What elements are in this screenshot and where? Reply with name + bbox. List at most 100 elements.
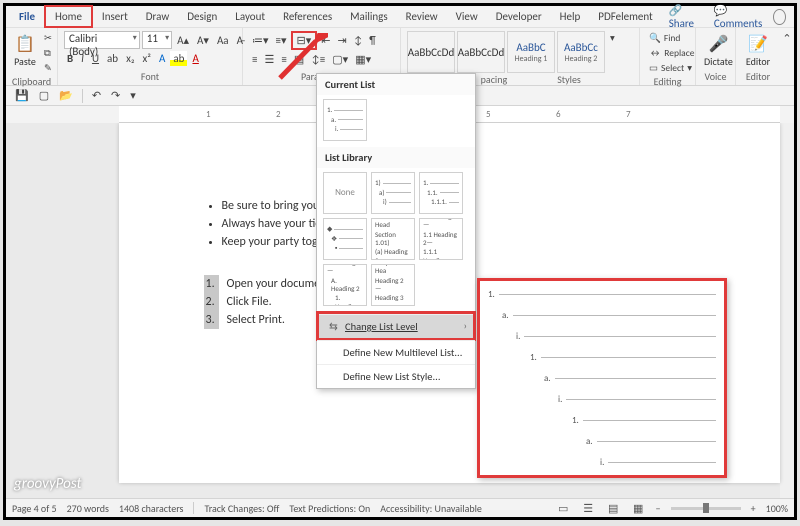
style-normal[interactable]: AaBbCcDd bbox=[407, 31, 455, 73]
zoom-in-icon[interactable]: + bbox=[751, 502, 756, 515]
level-option[interactable]: 1. bbox=[488, 412, 716, 428]
select-button[interactable]: ▭ Select▾ bbox=[646, 61, 697, 75]
shrink-font-icon[interactable]: A▾ bbox=[194, 31, 212, 49]
dictate-button[interactable]: 🎤Dictate bbox=[702, 31, 735, 70]
menu-help[interactable]: Help bbox=[551, 7, 590, 26]
level-option[interactable]: i. bbox=[488, 328, 716, 344]
level-option[interactable]: 1. bbox=[488, 286, 716, 302]
zoom-level[interactable]: 100% bbox=[766, 502, 788, 515]
web-layout-icon[interactable]: ▦ bbox=[631, 501, 646, 515]
change-list-level-item[interactable]: ⇆Change List Level bbox=[319, 314, 473, 338]
spacing-label: pacing bbox=[481, 73, 508, 86]
read-mode-icon[interactable]: ☰ bbox=[581, 501, 596, 515]
menu-bar: File Home Insert Draw Design Layout Refe… bbox=[6, 6, 794, 28]
new-icon[interactable]: ▢ bbox=[36, 88, 52, 103]
word-count[interactable]: 270 words bbox=[67, 502, 109, 515]
align-left-icon[interactable]: ≡ bbox=[249, 52, 260, 67]
list-option[interactable]: Chapter 1 HeaHeading 2—Heading 3— bbox=[371, 264, 415, 306]
replace-button[interactable]: ↔ Replace bbox=[646, 46, 697, 60]
style-heading2[interactable]: AaBbCcHeading 2 bbox=[557, 31, 605, 73]
list-option[interactable]: Article I. HeadSection 1.01)(a) Heading … bbox=[371, 218, 415, 260]
focus-mode-icon[interactable]: ▭ bbox=[556, 501, 571, 515]
list-option-none[interactable]: None bbox=[323, 172, 367, 214]
styles-expand-icon[interactable]: ▾ bbox=[607, 31, 618, 45]
menu-file[interactable]: File bbox=[10, 7, 44, 26]
font-color-icon[interactable]: A bbox=[189, 51, 201, 66]
menu-design[interactable]: Design bbox=[178, 7, 226, 26]
menu-mailings[interactable]: Mailings bbox=[341, 7, 397, 26]
menu-view[interactable]: View bbox=[447, 7, 487, 26]
current-list-option[interactable]: 1.a.i. bbox=[323, 99, 367, 141]
list-option[interactable]: I. Heading 1—A. Heading 21. Heading bbox=[323, 264, 367, 306]
show-marks-icon[interactable]: ¶ bbox=[366, 31, 378, 50]
highlight-icon[interactable]: ab bbox=[170, 51, 187, 66]
redo-icon[interactable]: ↷ bbox=[108, 88, 123, 103]
qat-dropdown-icon[interactable]: ▾ bbox=[127, 88, 139, 103]
paste-button[interactable]: 📋Paste bbox=[12, 31, 38, 70]
level-option[interactable]: i. bbox=[488, 454, 716, 470]
open-icon[interactable]: 📂 bbox=[56, 88, 76, 103]
menu-insert[interactable]: Insert bbox=[93, 7, 137, 26]
superscript-icon[interactable]: x² bbox=[140, 51, 154, 66]
menu-references[interactable]: References bbox=[274, 7, 341, 26]
grow-font-icon[interactable]: A▴ bbox=[174, 31, 192, 49]
status-bar: Page 4 of 5 270 words 1408 characters Tr… bbox=[6, 498, 794, 517]
subscript-icon[interactable]: x₂ bbox=[123, 51, 137, 66]
menu-review[interactable]: Review bbox=[397, 7, 447, 26]
level-option[interactable]: a. bbox=[488, 433, 716, 449]
format-painter-icon[interactable]: ✎ bbox=[41, 61, 55, 75]
find-button[interactable]: 🔍 Find bbox=[646, 31, 697, 45]
zoom-slider[interactable] bbox=[671, 507, 741, 510]
define-list-style-item[interactable]: Define New List Style... bbox=[317, 364, 475, 388]
level-option[interactable]: a. bbox=[488, 370, 716, 386]
level-option[interactable]: a. bbox=[488, 307, 716, 323]
account-avatar[interactable] bbox=[773, 9, 786, 25]
list-option[interactable]: 1 Heading 1—1.1 Heading 2—1.1.1 Heading bbox=[419, 218, 463, 260]
editor-group-label: Editor bbox=[742, 70, 774, 83]
list-item[interactable]: Always have your ticke bbox=[222, 215, 781, 233]
track-changes-status[interactable]: Track Changes: Off bbox=[204, 502, 279, 515]
watermark: groovyPost bbox=[14, 475, 82, 493]
vertical-scrollbar[interactable] bbox=[780, 123, 794, 498]
accessibility-status[interactable]: Accessibility: Unavailable bbox=[380, 502, 482, 515]
zoom-out-icon[interactable]: − bbox=[656, 502, 661, 515]
undo-icon[interactable]: ↶ bbox=[89, 88, 104, 103]
bullet-list: Be sure to bring your d Always have your… bbox=[204, 197, 781, 251]
font-group-label: Font bbox=[64, 70, 236, 83]
collapse-ribbon-icon[interactable]: ⌃ bbox=[779, 31, 794, 46]
list-option[interactable]: ◆❖▪ bbox=[323, 218, 367, 260]
char-count[interactable]: 1408 characters bbox=[119, 502, 184, 515]
list-item[interactable]: Be sure to bring your d bbox=[222, 197, 781, 215]
menu-pdfelement[interactable]: PDFelement bbox=[589, 7, 661, 26]
menu-draw[interactable]: Draw bbox=[137, 7, 178, 26]
list-option[interactable]: 1)a)i) bbox=[371, 172, 415, 214]
annotation-arrow bbox=[268, 33, 328, 88]
level-option[interactable]: 1. bbox=[488, 349, 716, 365]
list-item[interactable]: Keep your party togeth bbox=[222, 233, 781, 251]
print-layout-icon[interactable]: ▤ bbox=[606, 501, 621, 515]
menu-layout[interactable]: Layout bbox=[226, 7, 274, 26]
sort-icon[interactable]: ↕ bbox=[351, 31, 366, 50]
list-option[interactable]: 1.1.1.1.1.1. bbox=[419, 172, 463, 214]
page-indicator[interactable]: Page 4 of 5 bbox=[12, 502, 57, 515]
style-heading1[interactable]: AaBbCHeading 1 bbox=[507, 31, 555, 73]
multilevel-list-dropdown: Current List 1.a.i. List Library None 1)… bbox=[316, 73, 476, 389]
change-case-icon[interactable]: Aa bbox=[214, 31, 232, 49]
define-multilevel-item[interactable]: Define New Multilevel List... bbox=[317, 340, 475, 364]
text-effect-icon[interactable]: A bbox=[156, 51, 168, 66]
increase-indent-icon[interactable]: ⇥ bbox=[335, 31, 350, 50]
style-nospacing[interactable]: AaBbCcDd bbox=[457, 31, 505, 73]
font-family-select[interactable]: Calibri (Body) bbox=[64, 31, 140, 49]
copy-icon[interactable]: ⧉ bbox=[41, 46, 55, 60]
menu-home[interactable]: Home bbox=[44, 5, 93, 28]
menu-developer[interactable]: Developer bbox=[487, 7, 551, 26]
font-size-select[interactable]: 11 bbox=[142, 31, 172, 49]
strike-icon[interactable]: ab bbox=[104, 51, 121, 66]
save-icon[interactable]: 💾 bbox=[12, 88, 32, 103]
borders-icon[interactable]: ▦▾ bbox=[352, 52, 374, 67]
editor-button[interactable]: 📝Editor bbox=[742, 31, 774, 70]
shading-icon[interactable]: ▢▾ bbox=[329, 52, 351, 67]
cut-icon[interactable]: ✂ bbox=[41, 31, 55, 45]
level-option[interactable]: i. bbox=[488, 391, 716, 407]
predictions-status[interactable]: Text Predictions: On bbox=[289, 502, 370, 515]
